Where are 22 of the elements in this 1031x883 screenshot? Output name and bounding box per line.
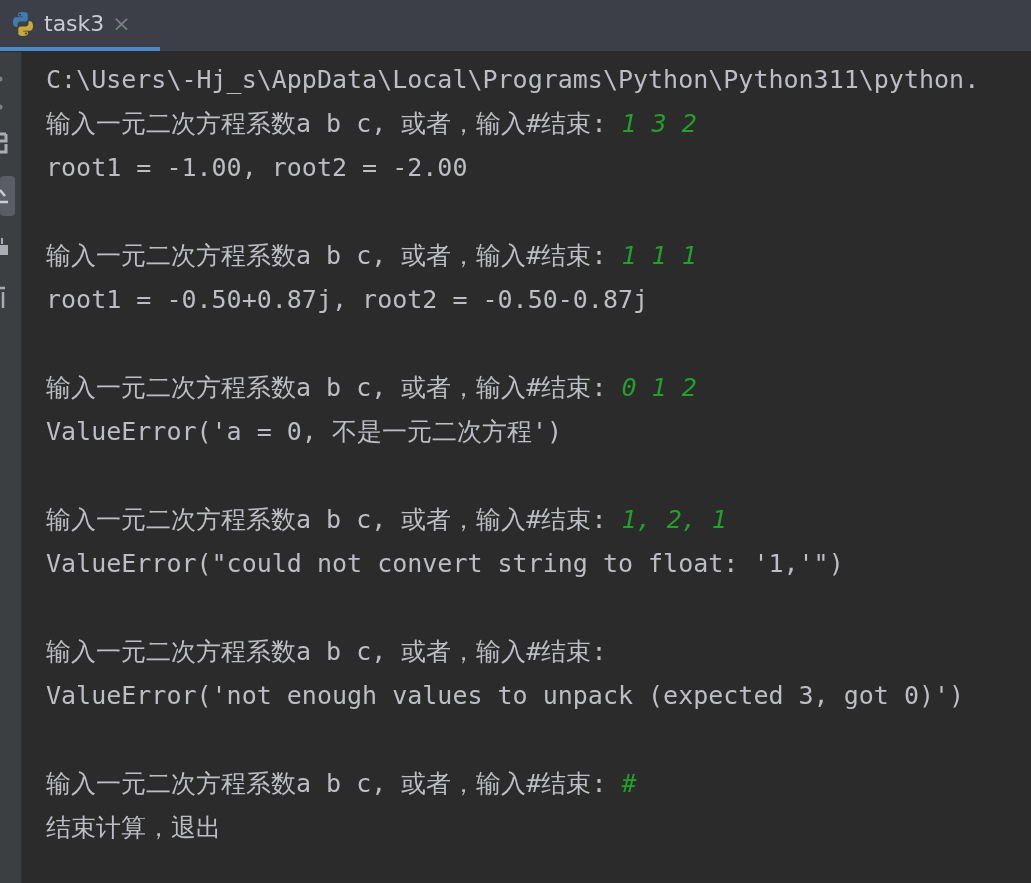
typed-input-text: #: [621, 768, 637, 801]
typed-input-text: 0 1 2: [621, 372, 697, 405]
python-logo-icon: [10, 10, 36, 37]
console-line: root1 = -1.00, root2 = -2.00: [46, 152, 468, 185]
typed-input-text: 1 3 2: [621, 108, 697, 141]
prompt-text: 输入一元二次方程系数a b c, 或者，输入#结束:: [46, 636, 607, 669]
run-tab[interactable]: task3 ×: [0, 0, 160, 51]
prompt-text: 输入一元二次方程系数a b c, 或者，输入#结束:: [46, 504, 608, 537]
prompt-text: 输入一元二次方程系数a b c, 或者，输入#结束:: [46, 372, 608, 405]
prompt-text: 输入一元二次方程系数a b c, 或者，输入#结束:: [46, 240, 608, 273]
typed-input-text: 1 1 1: [621, 240, 697, 273]
tab-title: task3: [44, 10, 105, 38]
console-line: C:\Users\-Hj_s\AppData\Local\Programs\Python\Python311\python.: [46, 64, 980, 97]
prompt-text: 输入一元二次方程系数a b c, 或者，输入#结束:: [46, 108, 608, 141]
console-line: root1 = -0.50+0.87j, root2 = -0.50-0.87j: [46, 284, 649, 317]
console-line: ValueError('a = 0, 不是一元二次方程'): [46, 416, 563, 449]
console-line: ValueError("could not convert string to float: '1,'"): [46, 548, 844, 581]
typed-input-text: 1, 2, 1: [621, 504, 727, 537]
prompt-text: 输入一元二次方程系数a b c, 或者，输入#结束:: [46, 768, 608, 801]
scroll-end-icon[interactable]: [0, 176, 16, 216]
console-line: ValueError('not enough values to unpack (expected 3, got 0)'): [46, 680, 965, 713]
console-line: 结束计算，退出: [46, 812, 221, 845]
